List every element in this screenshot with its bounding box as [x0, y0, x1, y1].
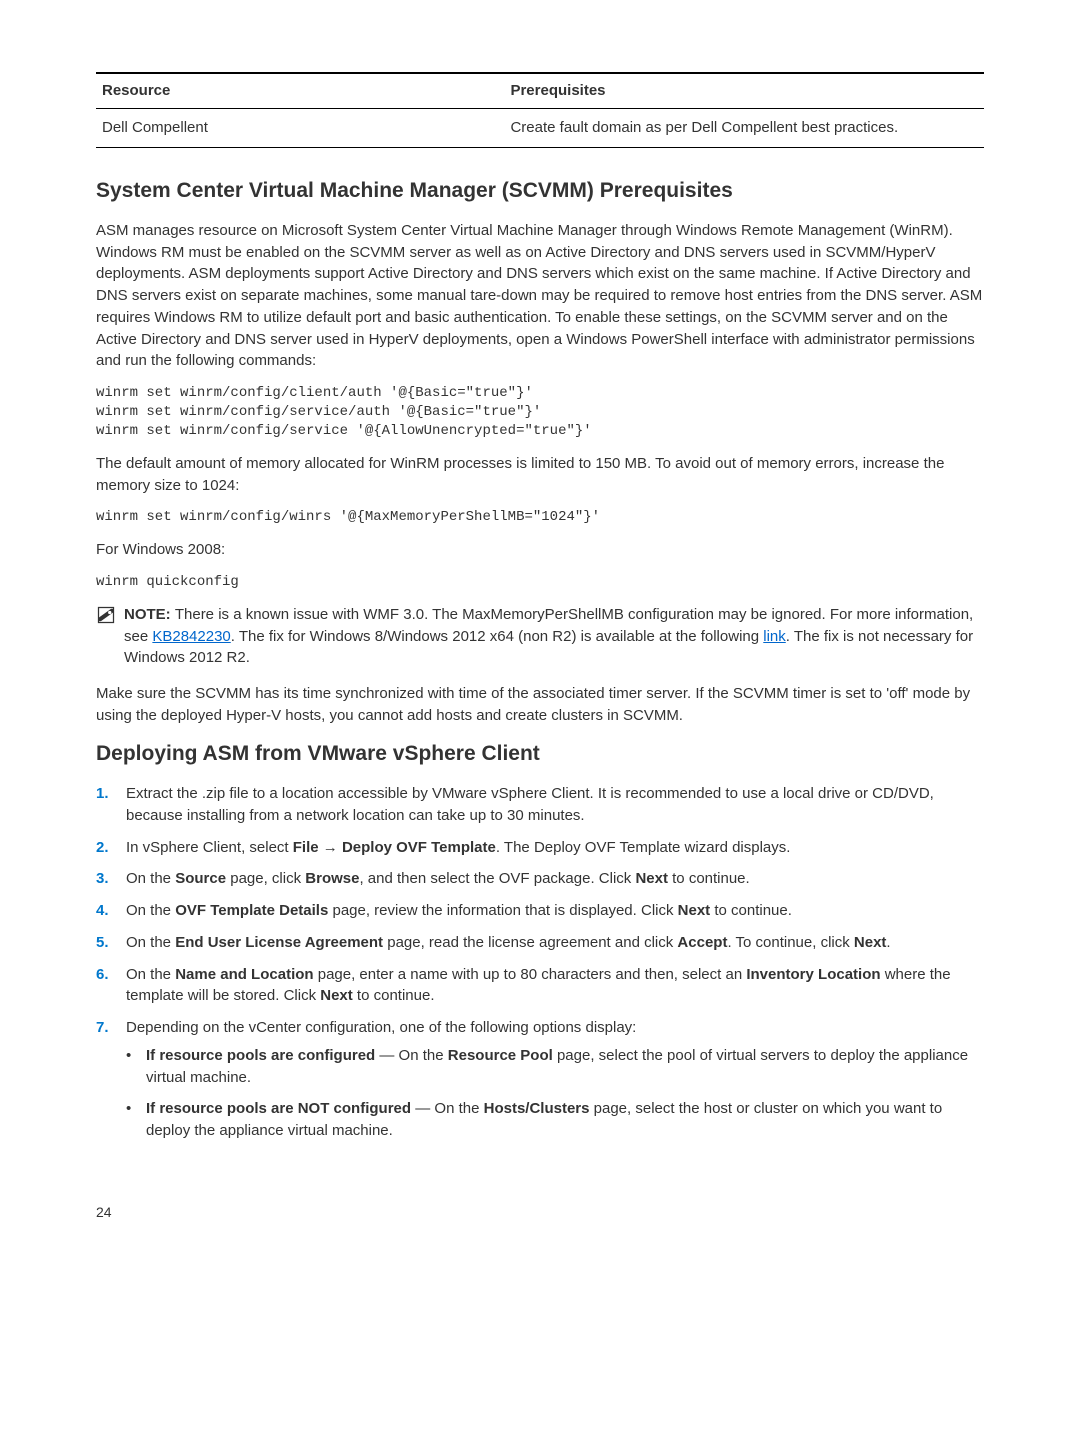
- bullet-1: If resource pools are configured — On th…: [126, 1045, 984, 1089]
- s5a: On the: [126, 934, 175, 951]
- step-6: On the Name and Location page, enter a n…: [96, 964, 984, 1008]
- prereq-table: Resource Prerequisites Dell Compellent C…: [96, 72, 984, 148]
- step-2: In vSphere Client, select File → Deploy …: [96, 837, 984, 859]
- winrm-quickconfig-code: winrm quickconfig: [96, 573, 984, 592]
- win2008-label: For Windows 2008:: [96, 539, 984, 561]
- cell-prereq: Create fault domain as per Dell Compelle…: [504, 117, 984, 139]
- s4b: OVF Template Details: [175, 902, 328, 919]
- note-icon: [96, 605, 116, 625]
- s3d: Browse: [305, 870, 359, 887]
- note-text-b: . The fix for Windows 8/Windows 2012 x64…: [231, 628, 764, 645]
- s5d: Accept: [677, 934, 727, 951]
- step-3: On the Source page, click Browse, and th…: [96, 868, 984, 890]
- s6g: to continue.: [353, 987, 435, 1004]
- step-4: On the OVF Template Details page, review…: [96, 900, 984, 922]
- winrm-auth-code: winrm set winrm/config/client/auth '@{Ba…: [96, 384, 984, 441]
- step-1-text: Extract the .zip file to a location acce…: [126, 785, 934, 824]
- scvmm-intro: ASM manages resource on Microsoft System…: [96, 220, 984, 372]
- s6f: Next: [320, 987, 353, 1004]
- winrm-memory-code: winrm set winrm/config/winrs '@{MaxMemor…: [96, 508, 984, 527]
- b2b: — On the: [411, 1100, 484, 1117]
- step-2-a: In vSphere Client, select: [126, 839, 293, 856]
- note-body: NOTE: There is a known issue with WMF 3.…: [124, 604, 984, 669]
- header-prereq: Prerequisites: [504, 80, 984, 102]
- step-1: Extract the .zip file to a location acce…: [96, 783, 984, 827]
- b1a: If resource pools are configured: [146, 1047, 375, 1064]
- s3c: page, click: [226, 870, 305, 887]
- step-2-c: . The Deploy OVF Template wizard display…: [496, 839, 791, 856]
- note-label: NOTE:: [124, 606, 175, 623]
- header-resource: Resource: [96, 80, 504, 102]
- s4d: Next: [678, 902, 711, 919]
- scvmm-heading: System Center Virtual Machine Manager (S…: [96, 176, 984, 206]
- b1b: — On the: [375, 1047, 448, 1064]
- b2a: If resource pools are NOT configured: [146, 1100, 411, 1117]
- s6a: On the: [126, 966, 175, 983]
- s3a: On the: [126, 870, 175, 887]
- s4e: to continue.: [710, 902, 792, 919]
- deploy-steps: Extract the .zip file to a location acce…: [96, 783, 984, 1142]
- s6d: Inventory Location: [746, 966, 880, 983]
- s3g: to continue.: [668, 870, 750, 887]
- s6b: Name and Location: [175, 966, 313, 983]
- s5g: .: [886, 934, 890, 951]
- step-5: On the End User License Agreement page, …: [96, 932, 984, 954]
- s4c: page, review the information that is dis…: [328, 902, 677, 919]
- b1c: Resource Pool: [448, 1047, 553, 1064]
- s5b: End User License Agreement: [175, 934, 383, 951]
- s5e: . To continue, click: [727, 934, 853, 951]
- s3e: , and then select the OVF package. Click: [359, 870, 635, 887]
- s3f: Next: [635, 870, 668, 887]
- table-header-row: Resource Prerequisites: [96, 74, 984, 109]
- deploy-heading: Deploying ASM from VMware vSphere Client: [96, 739, 984, 769]
- s3b: Source: [175, 870, 226, 887]
- s7: Depending on the vCenter configuration, …: [126, 1019, 636, 1036]
- cell-resource: Dell Compellent: [96, 117, 504, 139]
- step-2-bold: File → Deploy OVF Template: [293, 839, 496, 856]
- kb-link[interactable]: KB2842230: [152, 628, 230, 645]
- page-number: 24: [96, 1202, 984, 1222]
- s5f: Next: [854, 934, 887, 951]
- note-block: NOTE: There is a known issue with WMF 3.…: [96, 604, 984, 669]
- bullet-2: If resource pools are NOT configured — O…: [126, 1098, 984, 1142]
- s6c: page, enter a name with up to 80 charact…: [314, 966, 747, 983]
- step-7-bullets: If resource pools are configured — On th…: [126, 1045, 984, 1142]
- table-row: Dell Compellent Create fault domain as p…: [96, 109, 984, 147]
- step-7: Depending on the vCenter configuration, …: [96, 1017, 984, 1142]
- winrm-memory-text: The default amount of memory allocated f…: [96, 453, 984, 497]
- s4a: On the: [126, 902, 175, 919]
- scvmm-time-sync: Make sure the SCVMM has its time synchro…: [96, 683, 984, 727]
- fix-link[interactable]: link: [763, 628, 786, 645]
- b2c: Hosts/Clusters: [484, 1100, 590, 1117]
- s5c: page, read the license agreement and cli…: [383, 934, 677, 951]
